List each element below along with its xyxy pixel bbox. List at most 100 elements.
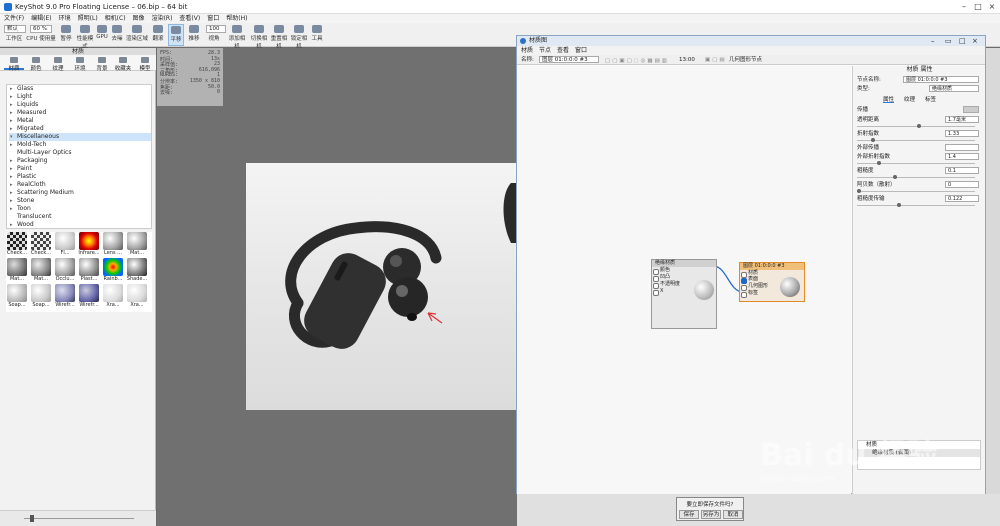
material-graph-titlebar[interactable]: 材质图 – ▭ □ × (517, 36, 985, 46)
list-item[interactable]: ▸ Liquids (9, 101, 151, 109)
menu-file[interactable]: 文件(F) (4, 14, 24, 23)
list-item[interactable]: ▸ Wood (9, 221, 151, 229)
menu-edit[interactable]: 编辑(E) (31, 14, 51, 23)
material-thumb[interactable]: Check... (30, 232, 52, 258)
material-thumb[interactable]: Rainb... (102, 258, 124, 284)
menu-help[interactable]: 帮助(H) (226, 14, 247, 23)
material-thumb[interactable]: Check... (6, 232, 28, 258)
abbe-number-field[interactable]: 0 (945, 181, 979, 188)
pause-button[interactable]: 暂停 (58, 24, 74, 46)
roughness-transmission-slider[interactable] (857, 203, 975, 207)
material-thumb[interactable]: Wirefr... (54, 284, 76, 310)
list-item[interactable]: ▸ Stone (9, 197, 151, 205)
tab-textures[interactable]: 纹理 (904, 95, 915, 103)
transparency-distance-field[interactable]: 1.7毫米 (945, 116, 979, 123)
tab-properties[interactable]: 属性 (883, 95, 895, 103)
pan-button[interactable]: 平移 (168, 24, 184, 46)
minimize-icon[interactable]: – (958, 2, 970, 12)
gpu-button[interactable]: GPU (96, 24, 108, 46)
list-item[interactable]: ▸ Scattering Medium (9, 189, 151, 197)
render-region-button[interactable]: 渲染区域 (126, 24, 148, 46)
material-thumb[interactable]: Xra... (102, 284, 124, 310)
maximize-icon[interactable]: □ (972, 2, 984, 12)
roughness-slider[interactable] (857, 175, 975, 179)
refraction-index-field[interactable]: 1.33 (945, 130, 979, 137)
menu-environment[interactable]: 环境 (59, 14, 71, 23)
list-item[interactable]: ▸ Measured (9, 109, 151, 117)
node-name-field[interactable]: 图层 01:0:0:0 #3 (903, 76, 979, 83)
material-thumb[interactable]: Mat... (30, 258, 52, 284)
toolbar-icons[interactable]: ▢▢▣▢◌◎▦▤▥ (605, 56, 675, 64)
workspace-button[interactable]: 工作区 (4, 34, 24, 46)
material-name-field[interactable]: 图层 01:0:0:0 #3 (539, 56, 599, 63)
list-item[interactable]: ▸ Mold-Tech (9, 141, 151, 149)
perspective-button[interactable]: 视角 (204, 34, 224, 46)
transmission-color-swatch[interactable] (963, 106, 979, 113)
dolly-button[interactable]: 推移 (186, 24, 202, 46)
zoom-value-field[interactable]: 100 (206, 25, 226, 33)
tab-backplates[interactable]: 背景 (92, 56, 112, 72)
material-thumb[interactable]: Fl... (54, 232, 76, 258)
list-item[interactable]: ▸ Packaging (9, 157, 151, 165)
slider-handle[interactable] (30, 515, 34, 522)
material-thumb[interactable]: Soap... (30, 284, 52, 310)
reset-camera-button[interactable]: 重置相机 (270, 24, 288, 50)
menu-render[interactable]: 渲染(R) (152, 14, 173, 23)
list-item[interactable]: ▸ Migrated (9, 125, 151, 133)
list-item-selected[interactable]: ▾ Miscellaneous (9, 133, 151, 141)
insulator-material-node[interactable]: 绝缘材质 颜色 凹凸 不透明度 X (651, 259, 717, 329)
save-as-button[interactable]: 另存为 (701, 510, 721, 519)
tab-labels[interactable]: 标签 (925, 95, 936, 103)
menu-window[interactable]: 窗口 (575, 46, 587, 55)
tab-models[interactable]: 模型 (136, 56, 154, 72)
roughness-field[interactable]: 0.1 (945, 167, 979, 174)
list-item[interactable]: ▸ Glass (9, 85, 151, 93)
toolbar-icons-2[interactable]: ▣▢▤ (705, 55, 727, 65)
material-thumb[interactable]: Xra... (126, 284, 148, 310)
tab-environments[interactable]: 环境 (70, 56, 90, 72)
list-item[interactable]: ▸ Metal (9, 117, 151, 125)
thumbnail-size-slider[interactable] (0, 510, 156, 526)
roughness-transmission-field[interactable]: 0.122 (945, 195, 979, 202)
tab-colors[interactable]: 颜色 (26, 56, 46, 72)
outside-transmission-swatch[interactable] (945, 144, 979, 151)
lock-camera-button[interactable]: 锁定相机 (290, 24, 308, 50)
list-item[interactable]: ▸ Toon (9, 205, 151, 213)
percent-select[interactable]: 60 % (30, 25, 52, 33)
menu-material[interactable]: 材质 (521, 46, 533, 55)
tab-favorites[interactable]: 收藏夹 (112, 56, 134, 72)
tumble-button[interactable]: 翻滚 (150, 24, 166, 46)
material-thumb[interactable]: Occlu... (54, 258, 76, 284)
menu-camera[interactable]: 相机(C) (105, 14, 126, 23)
transparency-distance-slider[interactable] (857, 124, 975, 128)
cpu-usage-button[interactable]: CPU 使用量 (26, 34, 56, 46)
abbe-number-slider[interactable] (857, 189, 975, 193)
material-thumb[interactable]: Wirefr... (78, 284, 100, 310)
list-item[interactable]: ▸ Light (9, 93, 151, 101)
list-item[interactable]: Multi-Layer Optics (9, 149, 151, 157)
menu-image[interactable]: 图像 (133, 14, 145, 23)
maximize-icon[interactable]: □ (959, 36, 966, 46)
cancel-button[interactable]: 取消 (723, 510, 743, 519)
add-camera-button[interactable]: 添加相机 (228, 24, 246, 50)
geometry-node-button[interactable]: 几何图形节点 (729, 55, 762, 65)
denoise-button[interactable]: 去噪 (110, 24, 124, 46)
list-item[interactable]: ▸ Paint (9, 165, 151, 173)
restore-icon[interactable]: ▭ (945, 36, 952, 46)
material-thumb[interactable]: Soap... (6, 284, 28, 310)
save-button[interactable]: 保存 (679, 510, 699, 519)
material-thumb[interactable]: Shade... (126, 258, 148, 284)
preset-select[interactable]: 默认 (4, 25, 26, 33)
list-item[interactable]: Translucent (9, 213, 151, 221)
outside-refraction-field[interactable]: 1.4 (945, 153, 979, 160)
menu-view[interactable]: 查看(V) (179, 14, 200, 23)
material-thumb[interactable]: Mat... (126, 232, 148, 258)
minimize-icon[interactable]: – (931, 36, 935, 46)
tab-materials[interactable]: 材质 (4, 56, 24, 72)
menu-window[interactable]: 窗口 (207, 14, 219, 23)
tab-textures[interactable]: 纹理 (48, 56, 68, 72)
material-thumb[interactable]: Infrare... (78, 232, 100, 258)
material-thumb[interactable]: Mat... (6, 258, 28, 284)
material-output-node[interactable]: 图层 01:0:0:0 #3 材质 表面 几何图形 标签 (739, 262, 805, 302)
menu-lighting[interactable]: 照明(L) (78, 14, 98, 23)
